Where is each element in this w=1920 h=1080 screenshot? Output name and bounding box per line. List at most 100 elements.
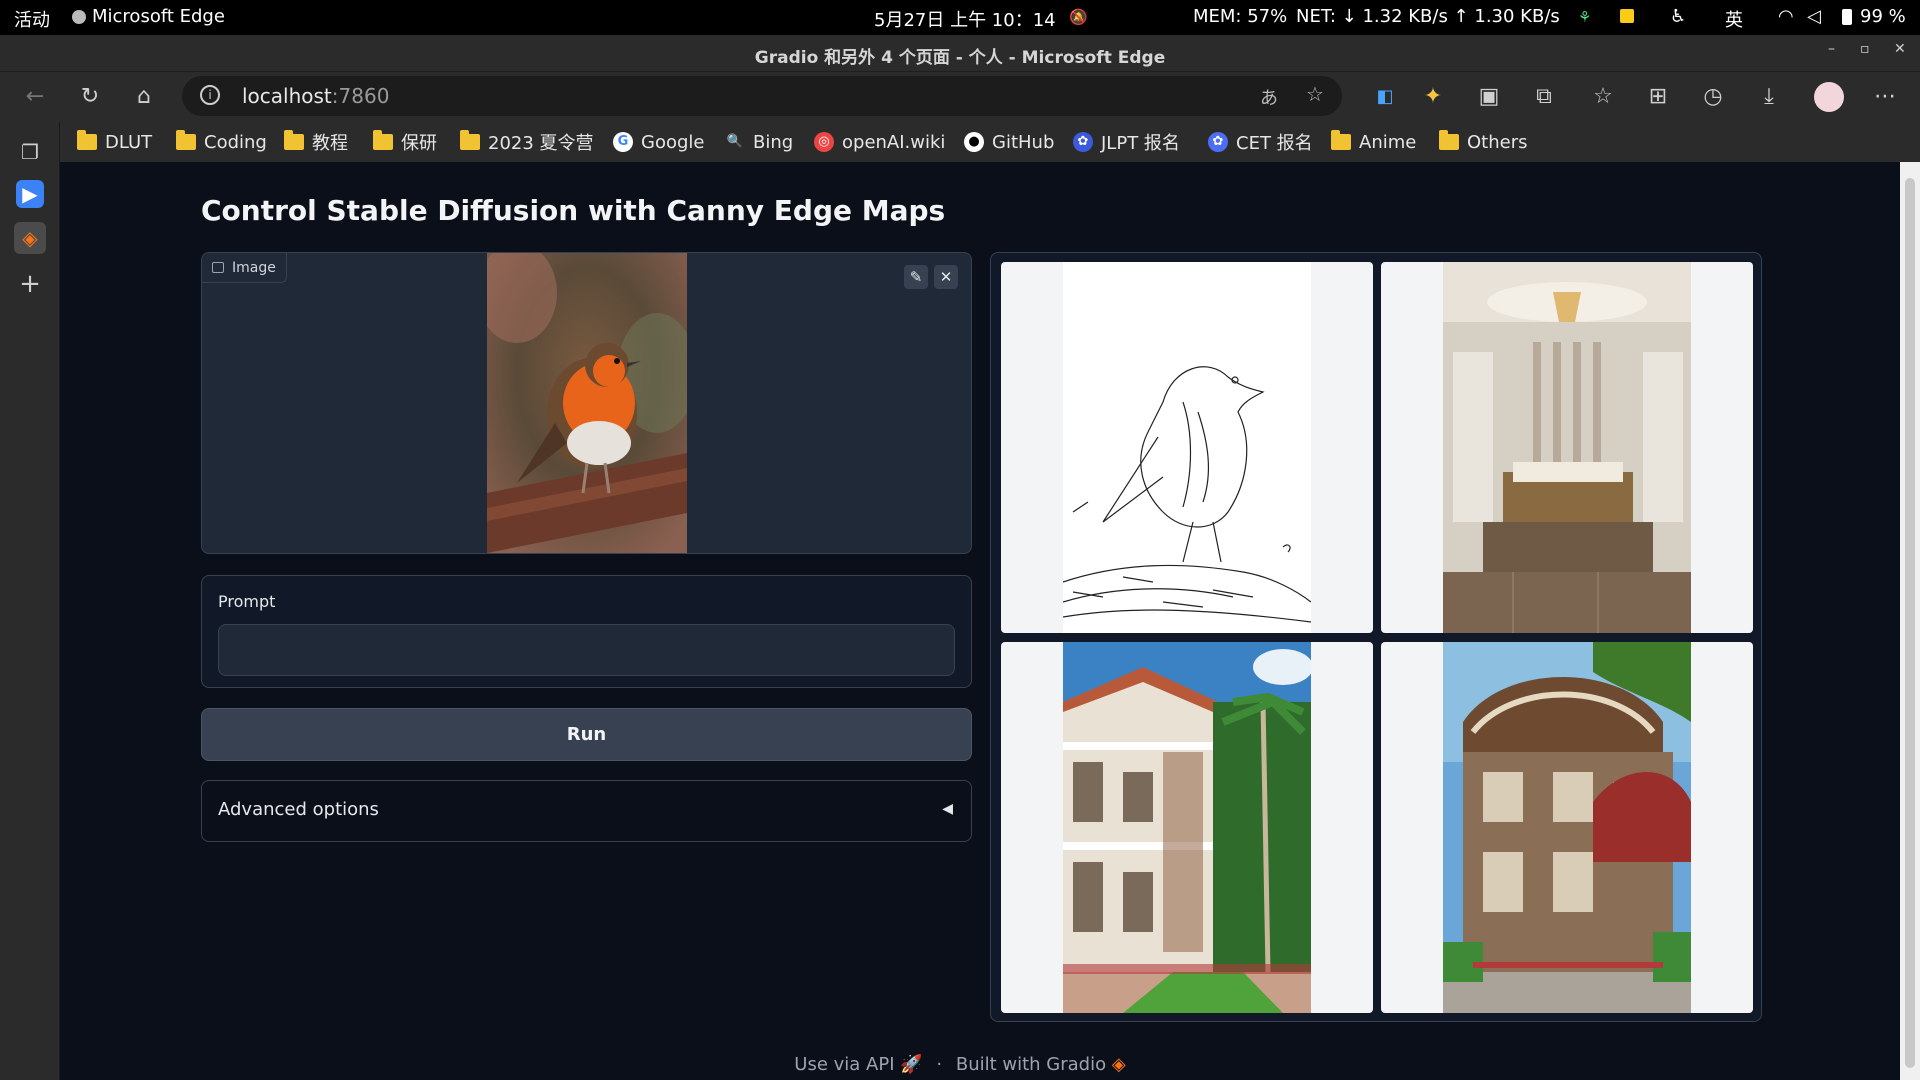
more-menu-icon[interactable]: ⋯ <box>1872 84 1898 110</box>
bookmark-openai-wiki[interactable]: ◎ openAI.wiki <box>814 129 945 155</box>
bookmark-label: 保研 <box>401 133 437 154</box>
maximize-icon[interactable]: ▫ <box>1860 41 1870 57</box>
net-indicator: NET: ↓ 1.32 KB/s ↑ 1.30 KB/s <box>1296 6 1560 27</box>
run-button[interactable]: Run <box>201 708 972 761</box>
window-title: Gradio 和另外 4 个页面 - 个人 - Microsoft Edge <box>754 48 1166 68</box>
image-label-text: Image <box>232 259 276 276</box>
page-footer: Use via API 🚀 · Built with Gradio ◈ <box>0 1054 1920 1075</box>
image-input[interactable]: Image ✎ ✕ <box>201 252 972 554</box>
bookmark-coding[interactable]: Coding <box>176 129 267 155</box>
tray-app-icon[interactable]: ⚘ <box>1578 8 1591 26</box>
gallery-item-house-palms[interactable] <box>1001 642 1373 1013</box>
input-method[interactable]: 英 <box>1725 6 1743 32</box>
activities-button[interactable]: 活动 <box>14 6 50 32</box>
use-via-api-link[interactable]: Use via API <box>794 1054 894 1075</box>
built-with-gradio-link[interactable]: Built with Gradio <box>956 1054 1106 1075</box>
bookmarks-bar: DLUT Coding 教程 保研 2023 夏令营 G Google 🔍 Bing… <box>60 122 1920 162</box>
bookmark-others[interactable]: Others <box>1439 129 1528 155</box>
browser-sidebar: ❐ ▶ ◈ + <box>0 122 60 1080</box>
prompt-input[interactable] <box>218 624 955 676</box>
google-icon: G <box>613 132 633 152</box>
gallery-item-edge-map[interactable] <box>1001 262 1373 633</box>
gallery-item-house-stone[interactable] <box>1381 642 1753 1013</box>
generated-house-palms-image <box>1063 642 1311 1013</box>
refresh-icon[interactable]: ↻ <box>77 84 103 110</box>
gallery-item-bedroom[interactable] <box>1381 262 1753 633</box>
footer-separator: · <box>936 1054 943 1075</box>
favorites-icon[interactable]: ☆ <box>1590 84 1616 110</box>
bookmark-label: Others <box>1467 131 1528 153</box>
clear-image-icon[interactable]: ✕ <box>934 265 958 289</box>
extension-pet-icon[interactable]: ✦ <box>1420 84 1446 110</box>
collections-icon[interactable]: ⊞ <box>1645 84 1671 110</box>
volume-icon[interactable]: ◁ <box>1807 6 1821 27</box>
video-tab-icon[interactable]: ▶ <box>16 180 44 208</box>
bookmark-cet[interactable]: ✿ CET 报名 <box>1208 129 1313 155</box>
edit-image-icon[interactable]: ✎ <box>904 265 928 289</box>
bookmark-jlpt[interactable]: ✿ JLPT 报名 <box>1073 129 1180 155</box>
bookmark-dlut[interactable]: DLUT <box>77 129 152 155</box>
home-icon[interactable]: ⌂ <box>131 84 157 110</box>
scrollbar-thumb[interactable] <box>1905 178 1915 1068</box>
edge-icon <box>72 9 86 24</box>
minimize-icon[interactable]: – <box>1828 41 1835 57</box>
close-window-icon[interactable]: ✕ <box>1894 41 1906 57</box>
address-bar[interactable]: i localhost:7860 あ ☆ <box>182 76 1342 116</box>
url-port: :7860 <box>331 84 390 108</box>
extensions-icon[interactable]: ⧉ <box>1531 84 1557 110</box>
bookmark-bing[interactable]: 🔍 Bing <box>725 129 793 155</box>
image-icon <box>212 262 224 273</box>
translate-icon[interactable]: あ <box>1260 84 1278 110</box>
history-icon[interactable]: ◷ <box>1700 84 1726 110</box>
url-host: localhost <box>242 84 332 108</box>
rocket-icon: 🚀 <box>900 1054 923 1075</box>
openai-wiki-icon: ◎ <box>814 132 834 152</box>
active-app[interactable]: Microsoft Edge <box>72 6 225 27</box>
extension-glasses-icon[interactable]: ▣ <box>1476 84 1502 110</box>
page-scrollbar[interactable] <box>1900 162 1920 1080</box>
gradio-logo-icon: ◈ <box>1111 1054 1126 1075</box>
bookmark-github[interactable]: ● GitHub <box>964 129 1054 155</box>
folder-icon <box>373 130 393 150</box>
folder-icon <box>460 130 480 150</box>
folder-icon <box>1331 130 1351 150</box>
download-icon[interactable]: ⤓ <box>1756 84 1782 110</box>
github-icon: ● <box>964 132 984 152</box>
bookmark-label: Bing <box>753 131 794 153</box>
bookmark-baoyan[interactable]: 保研 <box>373 129 437 155</box>
expand-arrow-icon[interactable]: ◀ <box>942 801 953 817</box>
generated-stone-house-image <box>1443 642 1691 1013</box>
battery-percent: 99 % <box>1860 6 1906 27</box>
folder-icon <box>284 130 304 150</box>
clock[interactable]: 5月27日 上午 10：14 <box>874 6 1056 32</box>
tray-notes-icon[interactable] <box>1620 9 1634 23</box>
gradio-tab-icon[interactable]: ◈ <box>14 222 46 254</box>
bookmark-label: 2023 夏令营 <box>488 133 594 154</box>
profile-avatar[interactable] <box>1814 82 1844 112</box>
url-text[interactable]: localhost:7860 <box>242 84 389 108</box>
bookmark-tutorial[interactable]: 教程 <box>284 129 348 155</box>
accessibility-icon[interactable]: ♿ <box>1670 6 1686 27</box>
bookmark-label: Anime <box>1359 131 1417 153</box>
add-favorite-icon[interactable]: ☆ <box>1306 82 1324 106</box>
bookmark-google[interactable]: G Google <box>613 129 704 155</box>
outlook-icon[interactable]: ◧ <box>1372 84 1398 110</box>
site-info-icon[interactable]: i <box>200 85 220 105</box>
back-icon[interactable]: ← <box>22 84 48 110</box>
input-bird-image[interactable] <box>487 253 687 553</box>
tab-actions-icon[interactable]: ❐ <box>14 136 46 168</box>
folder-icon <box>77 130 97 150</box>
new-tab-icon[interactable]: + <box>14 268 46 300</box>
bookmark-label: GitHub <box>992 131 1055 153</box>
prompt-label: Prompt <box>218 592 276 611</box>
active-app-name: Microsoft Edge <box>92 6 225 27</box>
bookmark-label: openAI.wiki <box>842 131 946 153</box>
bookmark-summer-camp[interactable]: 2023 夏令营 <box>460 129 594 155</box>
battery-icon[interactable] <box>1842 9 1852 25</box>
wifi-icon[interactable]: ◠ <box>1778 6 1794 27</box>
bookmark-anime[interactable]: Anime <box>1331 129 1416 155</box>
advanced-options-accordion[interactable]: Advanced options ◀ <box>201 780 972 842</box>
page-title: Control Stable Diffusion with Canny Edge… <box>201 194 946 227</box>
folder-icon <box>176 130 196 150</box>
bookmark-label: Coding <box>204 131 267 153</box>
